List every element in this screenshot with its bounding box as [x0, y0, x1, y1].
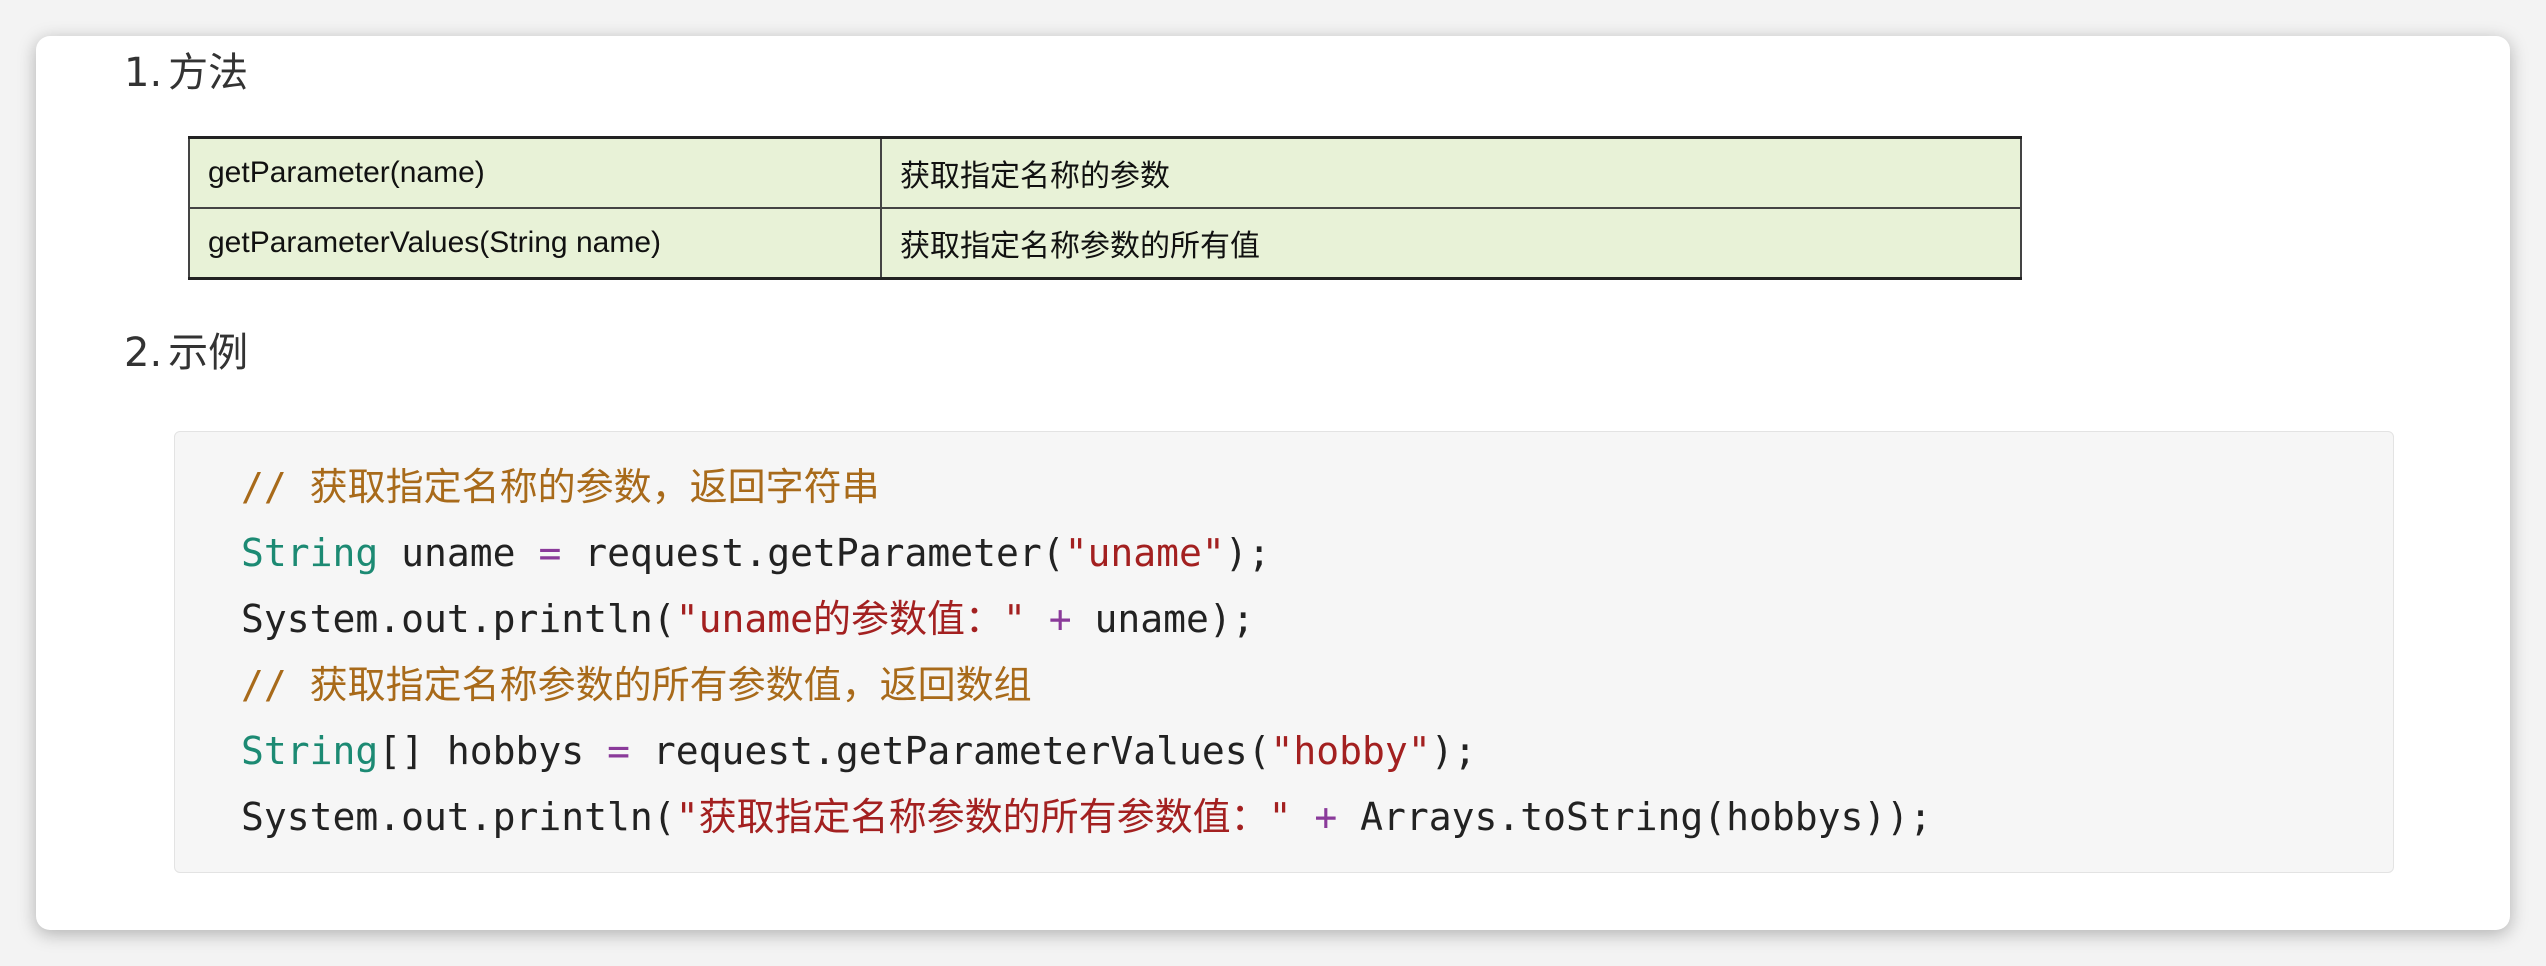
code-text: Arrays.toString(hobbys));: [1337, 795, 1933, 839]
code-text: System.out.println(: [241, 597, 676, 641]
method-name-cell: getParameterValues(String name): [188, 207, 882, 280]
code-string: "hobby": [1270, 729, 1431, 773]
code-block: // 获取指定名称的参数，返回字符串 String uname = request…: [174, 431, 2394, 873]
code-string: "uname的参数值：": [675, 597, 1026, 641]
code-comment: // 获取指定名称的参数，返回字符串: [241, 465, 880, 509]
code-text: [] hobbys: [378, 729, 608, 773]
code-text: System.out.println(: [241, 795, 676, 839]
code-text: request.getParameter(: [561, 531, 1065, 575]
document-card: 1. 方法 getParameter(name) 获取指定名称的参数 getPar…: [36, 36, 2510, 930]
code-line: // 获取指定名称参数的所有参数值，返回数组: [241, 652, 1932, 718]
table-row: getParameterValues(String name) 获取指定名称参数…: [188, 207, 2022, 280]
code-operator: +: [1314, 795, 1338, 839]
code-text: );: [1224, 531, 1271, 575]
method-description-cell: 获取指定名称参数的所有值: [880, 207, 2022, 280]
section-heading-example: 2. 示例: [124, 328, 248, 378]
code-text: request.getParameterValues(: [629, 729, 1271, 773]
method-description-cell: 获取指定名称的参数: [880, 136, 2022, 209]
section-title: 示例: [168, 330, 249, 376]
code-line: System.out.println("获取指定名称参数的所有参数值：" + A…: [241, 784, 1932, 850]
code-text: );: [1430, 729, 1477, 773]
code-type: String: [241, 729, 379, 773]
code-text: uname: [378, 531, 539, 575]
code-string: "uname": [1064, 531, 1225, 575]
code-string: "获取指定名称参数的所有参数值：": [675, 795, 1292, 839]
code-line: System.out.println("uname的参数值：" + uname)…: [241, 586, 1932, 652]
section-number: 1.: [124, 50, 163, 96]
method-name-cell: getParameter(name): [188, 136, 882, 209]
code-line: // 获取指定名称的参数，返回字符串: [241, 454, 1932, 520]
code-type: String: [241, 531, 379, 575]
code-line: String[] hobbys = request.getParameterVa…: [241, 718, 1932, 784]
code-line: String uname = request.getParameter("una…: [241, 520, 1932, 586]
section-title: 方法: [168, 50, 249, 96]
table-row: getParameter(name) 获取指定名称的参数: [188, 136, 2022, 209]
code-comment: // 获取指定名称参数的所有参数值，返回数组: [241, 663, 1032, 707]
code-operator: =: [607, 729, 630, 773]
code-operator: =: [538, 531, 562, 575]
code-content: // 获取指定名称的参数，返回字符串 String uname = request…: [241, 454, 1932, 850]
section-number: 2.: [124, 330, 163, 376]
methods-table: getParameter(name) 获取指定名称的参数 getParamete…: [188, 136, 2022, 280]
code-text: uname);: [1071, 597, 1255, 641]
code-operator: +: [1048, 597, 1072, 641]
section-heading-method: 1. 方法: [124, 48, 248, 98]
